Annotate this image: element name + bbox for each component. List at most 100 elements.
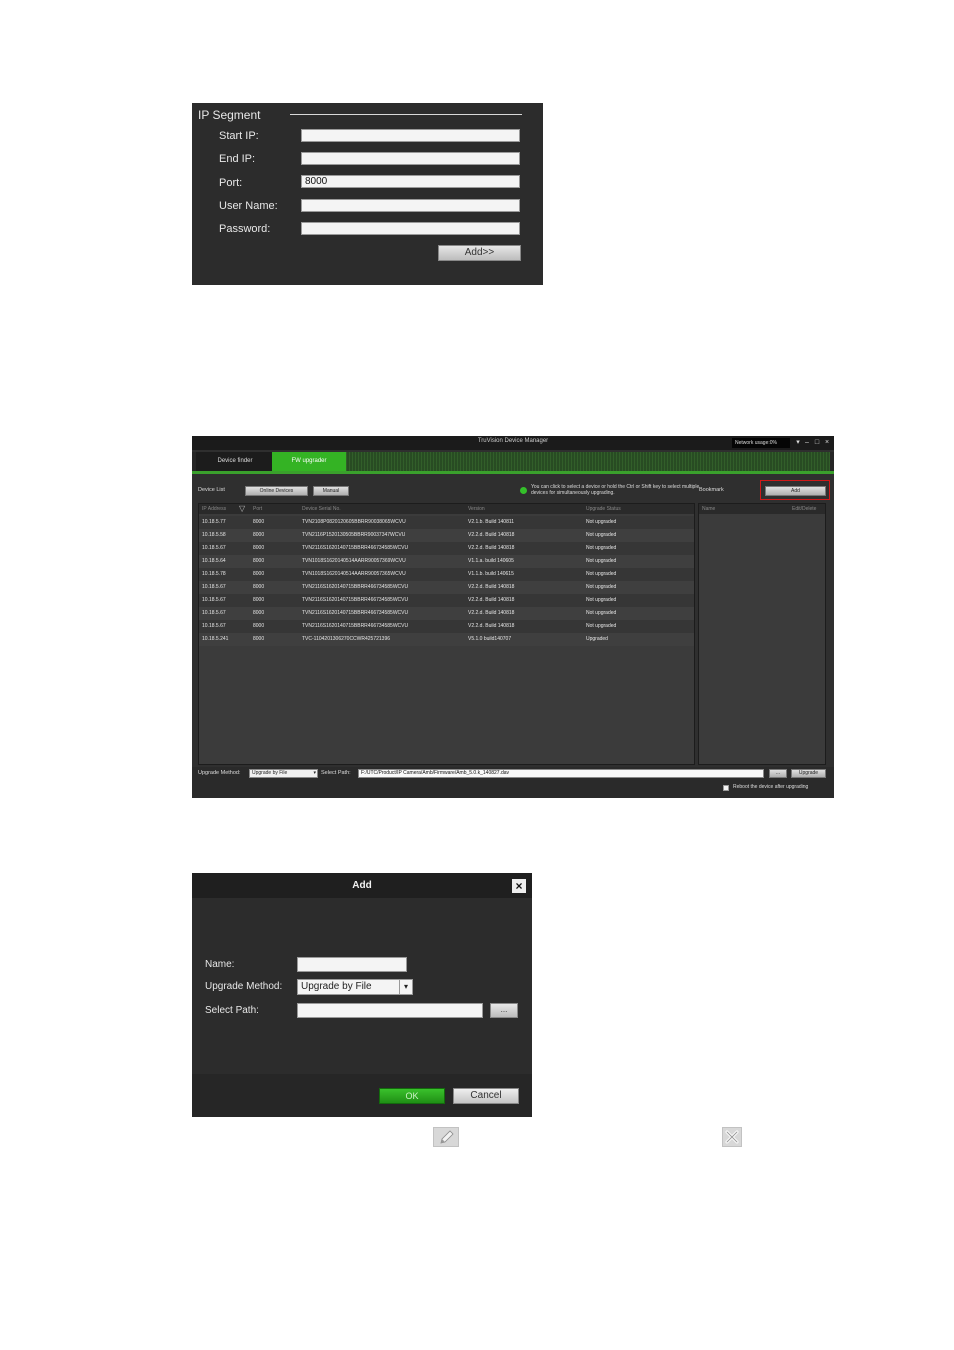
cell-serial: TVN2116S1620140715BBRR466734585WCVU	[302, 623, 409, 629]
col-serial[interactable]: Device Serial No.	[302, 504, 341, 514]
end-ip-label: End IP:	[219, 153, 256, 165]
select-path-input[interactable]: F:/UTC/Product/IP Camera/Amb/Firmware/Am…	[358, 769, 764, 778]
cell-serial: TVN2116S1620140715BBRR466734585WCVU	[302, 584, 409, 590]
dialog-close-icon[interactable]: ×	[512, 879, 526, 893]
dialog-upgrade-method-label: Upgrade Method:	[205, 981, 283, 992]
col-edit-delete[interactable]: Edit/Delete	[792, 504, 816, 514]
password-input[interactable]	[301, 222, 520, 235]
tab-fw-upgrader[interactable]: FW upgrader	[272, 452, 346, 471]
title-divider	[290, 114, 522, 115]
cell-serial: TVN1018S1620140514AARR90057365WCVU	[302, 571, 406, 577]
menu-dropdown-icon[interactable]: ▾	[794, 438, 802, 448]
port-input[interactable]	[301, 175, 520, 188]
table-row[interactable]: 10.18.5.58 8000 TVN2116P1520130505BBRR9003…	[199, 529, 694, 542]
table-row[interactable]: 10.18.5.78 8000 TVN1018S1620140514AARR9005…	[199, 568, 694, 581]
maximize-icon[interactable]: □	[813, 438, 821, 448]
cell-status: Not upgraded	[586, 545, 617, 551]
table-row[interactable]: 10.18.5.67 8000 TVN2116S1620140715BBRR4667…	[199, 620, 694, 633]
user-name-input[interactable]	[301, 199, 520, 212]
cell-serial: TVC-1104201306270CCWR425721396	[302, 636, 391, 642]
cell-serial: TVN2108P0820120605BBRR90038065WCVU	[302, 519, 406, 525]
filter-icon[interactable]: ▽	[239, 504, 245, 514]
col-version[interactable]: Version	[468, 504, 485, 514]
cell-version: V2.2.d. Build 140818	[468, 623, 515, 629]
dialog-upgrade-method-value: Upgrade by File	[301, 981, 372, 992]
cell-status: Not upgraded	[586, 571, 617, 577]
table-row[interactable]: 10.18.5.67 8000 TVN2116S1620140715BBRR4667…	[199, 581, 694, 594]
ok-button[interactable]: OK	[379, 1088, 445, 1104]
cancel-button[interactable]: Cancel	[453, 1088, 519, 1104]
col-ip-address[interactable]: IP Address	[202, 504, 226, 514]
col-bookmark-name[interactable]: Name	[702, 504, 715, 514]
cell-ip: 10.18.5.67	[202, 545, 226, 551]
cell-ip: 10.18.5.67	[202, 597, 226, 603]
dialog-browse-button[interactable]: ...	[490, 1003, 518, 1018]
close-icon[interactable]: ×	[823, 438, 831, 448]
table-row[interactable]: 10.18.5.67 8000 TVN2116S1620140715BBRR4667…	[199, 607, 694, 620]
cell-ip: 10.18.5.67	[202, 584, 226, 590]
upgrade-method-select[interactable]: Upgrade by File ▾	[249, 769, 318, 778]
upgrade-method-value: Upgrade by File	[252, 770, 288, 776]
bookmark-header: Name Edit/Delete	[699, 504, 825, 514]
select-path-label: Select Path:	[321, 770, 351, 776]
add-segment-button[interactable]: Add>>	[438, 245, 521, 261]
table-row[interactable]: 10.18.5.67 8000 TVN2116S1620140715BBRR4667…	[199, 594, 694, 607]
cell-port: 8000	[253, 545, 265, 551]
cell-ip: 10.18.5.77	[202, 519, 226, 525]
add-bookmark-button[interactable]: Add	[765, 486, 826, 496]
tab-bar: Device finder FW upgrader	[192, 452, 834, 474]
col-port[interactable]: Port	[253, 504, 262, 514]
upgrade-button[interactable]: Upgrade	[791, 769, 826, 778]
cell-status: Not upgraded	[586, 519, 617, 525]
cell-status: Not upgraded	[586, 532, 617, 538]
cell-port: 8000	[253, 597, 265, 603]
table-row[interactable]: 10.18.5.64 8000 TVN1018S1620140514AARR9005…	[199, 555, 694, 568]
ip-segment-title: IP Segment	[198, 108, 261, 122]
cell-version: V5.1.0 build140707	[468, 636, 512, 642]
cell-status: Upgraded	[586, 636, 608, 642]
user-name-label: User Name:	[219, 200, 278, 212]
chevron-down-icon: ▾	[399, 980, 412, 994]
cell-ip: 10.18.5.241	[202, 636, 229, 642]
manual-button[interactable]: Manual	[313, 486, 349, 496]
reboot-label: Reboot the device after upgrading	[733, 784, 809, 790]
cell-version: V1.1.a. build 140605	[468, 558, 514, 564]
col-upgrade-status[interactable]: Upgrade Status	[586, 504, 621, 514]
table-row[interactable]: 10.18.5.67 8000 TVN2116S1620140715BBRR4667…	[199, 542, 694, 555]
end-ip-input[interactable]	[301, 152, 520, 165]
cell-status: Not upgraded	[586, 623, 617, 629]
cell-version: V2.2.d. Build 140818	[468, 610, 515, 616]
cell-version: V2.2.d. Build 140818	[468, 597, 515, 603]
cell-ip: 10.18.5.67	[202, 610, 226, 616]
reboot-checkbox[interactable]	[723, 785, 729, 791]
online-devices-button[interactable]: Online Devices	[245, 486, 308, 496]
cell-port: 8000	[253, 610, 265, 616]
cell-port: 8000	[253, 636, 265, 642]
cell-ip: 10.18.5.64	[202, 558, 226, 564]
cell-port: 8000	[253, 519, 265, 525]
tab-device-finder[interactable]: Device finder	[196, 452, 274, 471]
cell-serial: TVN2116S1620140715BBRR466734585WCVU	[302, 610, 409, 616]
start-ip-input[interactable]	[301, 129, 520, 142]
cell-serial: TVN2116S1620140715BBRR466734585WCVU	[302, 545, 409, 551]
add-dialog: Add × Name: Upgrade Method: Upgrade by F…	[192, 873, 532, 1117]
minimize-icon[interactable]: –	[803, 438, 811, 448]
pencil-icon	[433, 1127, 459, 1147]
cell-serial: TVN2116P1520130505BBRR90037347WCVU	[302, 532, 406, 538]
table-row[interactable]: 10.18.5.77 8000 TVN2108P0820120605BBRR9003…	[199, 516, 694, 529]
start-ip-label: Start IP:	[219, 130, 259, 142]
table-header: IP Address ▽ Port Device Serial No. Vers…	[199, 504, 694, 514]
dialog-select-path-label: Select Path:	[205, 1005, 259, 1016]
name-input[interactable]	[297, 957, 407, 972]
table-row[interactable]: 10.18.5.241 8000 TVC-1104201306270CCWR4257…	[199, 633, 694, 646]
cell-version: V2.2.d. Build 140818	[468, 584, 515, 590]
browse-button[interactable]: ...	[769, 769, 787, 778]
network-usage-indicator: Network usage:0%	[732, 438, 790, 448]
selection-hint: You can click to select a device or hold…	[531, 484, 700, 496]
cell-serial: TVN1018S1620140514AARR90057369WCVU	[302, 558, 406, 564]
dialog-upgrade-method-select[interactable]: Upgrade by File ▾	[297, 979, 413, 995]
cell-ip: 10.18.5.78	[202, 571, 226, 577]
cell-ip: 10.18.5.67	[202, 623, 226, 629]
dialog-select-path-input[interactable]	[297, 1003, 483, 1018]
device-table: IP Address ▽ Port Device Serial No. Vers…	[198, 503, 695, 765]
